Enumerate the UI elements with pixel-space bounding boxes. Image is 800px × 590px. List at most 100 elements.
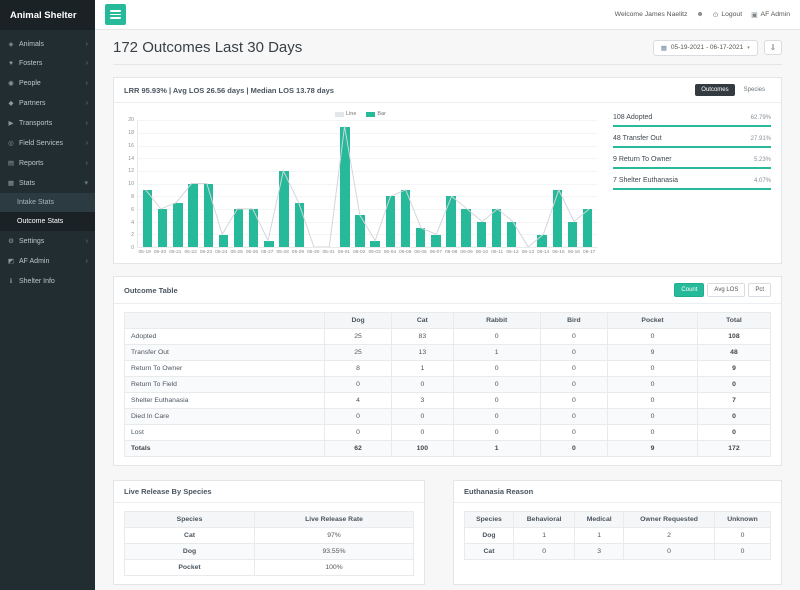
bar-slot <box>186 120 201 247</box>
tab-pct[interactable]: Pct <box>748 283 771 297</box>
sidebar-item-people[interactable]: ◉People› <box>0 73 95 93</box>
bar-05-28 <box>279 171 288 247</box>
sidebar-item-transports[interactable]: ▶Transports› <box>0 113 95 133</box>
outcome-summary-list: 108 Adopted62.79%48 Transfer Out27.91%9 … <box>613 111 771 255</box>
x-tick-label: 06-17 <box>582 250 597 255</box>
sidebar-item-label: Settings <box>19 238 44 245</box>
row-label: Totals <box>125 441 325 457</box>
tab-count[interactable]: Count <box>674 283 704 297</box>
brand[interactable]: Animal Shelter <box>0 0 95 30</box>
x-tick-label: 05-28 <box>275 250 290 255</box>
x-tick-label: 05-20 <box>152 250 167 255</box>
table-body: Dog1120Cat0300 <box>465 528 771 560</box>
chevron-right-icon: › <box>86 100 88 107</box>
af-admin-link[interactable]: ▣AF Admin <box>751 11 790 19</box>
table-row: Totals62100109172 <box>125 441 771 457</box>
sidebar-item-shelter-info[interactable]: ℹShelter Info <box>0 271 95 291</box>
chevron-right-icon: › <box>86 160 88 167</box>
toggle-species[interactable]: Species <box>738 84 771 96</box>
download-button[interactable]: ⇩ <box>764 40 782 55</box>
bar-slot <box>504 120 519 247</box>
sidebar-item-outcome-stats[interactable]: Outcome Stats <box>0 212 95 231</box>
logout-label: Logout <box>721 11 742 18</box>
cell: 0 <box>608 329 698 345</box>
bar-chart-icon: ▦ <box>7 179 15 187</box>
cell: 0 <box>608 409 698 425</box>
x-tick-label: 06-07 <box>428 250 443 255</box>
bar-05-25 <box>234 209 243 247</box>
x-tick-label: 06-08 <box>444 250 459 255</box>
outcome-table-tabs: Count Avg LOS Pct <box>674 283 771 297</box>
column-header: Bird <box>540 313 608 329</box>
euthanasia-body: SpeciesBehavioralMedicalOwner RequestedU… <box>454 503 781 568</box>
bar-05-21 <box>173 203 182 247</box>
bar-slot <box>550 120 565 247</box>
legend-bar-item: Bar <box>366 111 386 117</box>
chevron-right-icon: › <box>86 80 88 87</box>
live-release-header: Live Release By Species <box>114 481 424 503</box>
sidebar-menu: ◈Animals›♥Fosters›◉People›◆Partners›▶Tra… <box>0 30 95 291</box>
column-header: Dog <box>325 313 392 329</box>
table-row: Shelter Euthanasia430007 <box>125 393 771 409</box>
y-tick-label: 10 <box>128 181 134 187</box>
sidebar-item-label: Reports <box>19 160 44 167</box>
cell: 83 <box>391 329 453 345</box>
calendar-icon: ▦ <box>661 44 667 52</box>
sidebar-item-fosters[interactable]: ♥Fosters› <box>0 54 95 73</box>
column-header: Species <box>125 512 255 528</box>
download-icon: ⇩ <box>770 43 776 52</box>
cell: 100 <box>391 441 453 457</box>
bar-slot <box>489 120 504 247</box>
sidebar: Animal Shelter ◈Animals›♥Fosters›◉People… <box>0 0 95 590</box>
table-body: Cat97%Dog93.55%Pocket100% <box>125 528 414 576</box>
sidebar-item-reports[interactable]: ▤Reports› <box>0 153 95 173</box>
cell: 0 <box>513 544 574 560</box>
cell: 0 <box>325 377 392 393</box>
y-tick-label: 14 <box>128 156 134 162</box>
sidebar-item-field-services[interactable]: ◎Field Services› <box>0 133 95 153</box>
sidebar-item-af-admin[interactable]: ◩AF Admin› <box>0 251 95 271</box>
page-title: 172 Outcomes Last 30 Days <box>113 39 302 56</box>
column-header: Live Release Rate <box>255 512 414 528</box>
cell: Pocket <box>125 560 255 576</box>
bar-slot <box>201 120 216 247</box>
cell: 0 <box>325 425 392 441</box>
info-icon: ℹ <box>7 277 15 285</box>
bar-06-17 <box>583 209 592 247</box>
bar-slot <box>474 120 489 247</box>
bar-slot <box>443 120 458 247</box>
summary-label: 9 Return To Owner <box>613 156 672 163</box>
row-label: Adopted <box>125 329 325 345</box>
bar-06-04 <box>386 196 395 247</box>
welcome-text: Welcome James Naelitz <box>615 11 688 18</box>
cell: 1 <box>453 345 540 361</box>
user-icon[interactable]: ☻ <box>696 11 703 18</box>
bar-06-07 <box>431 235 440 248</box>
bar-06-03 <box>370 241 379 247</box>
sidebar-item-animals[interactable]: ◈Animals› <box>0 34 95 54</box>
sidebar-item-label: Outcome Stats <box>17 218 63 225</box>
truck-icon: ▶ <box>7 119 15 127</box>
logout-link[interactable]: ⊙Logout <box>713 11 743 19</box>
sidebar-item-stats[interactable]: ▦Stats▾ <box>0 173 95 193</box>
sidebar-item-settings[interactable]: ⚙Settings› <box>0 231 95 251</box>
x-tick-label: 05-31 <box>321 250 336 255</box>
table-row: Cat97% <box>125 528 414 544</box>
cell: 0 <box>697 409 770 425</box>
bars <box>138 120 597 247</box>
date-range-value: 05-19-2021 - 06-17-2021 <box>671 44 743 51</box>
date-range-picker[interactable]: ▦ 05-19-2021 - 06-17-2021 ▾ <box>653 40 758 56</box>
cell: 0 <box>540 409 608 425</box>
bar-05-23 <box>204 184 213 248</box>
sidebar-item-partners[interactable]: ◆Partners› <box>0 93 95 113</box>
cell: 0 <box>608 361 698 377</box>
bar-05-27 <box>264 241 273 247</box>
sidebar-toggle-button[interactable] <box>105 4 126 25</box>
toggle-outcomes[interactable]: Outcomes <box>695 84 734 96</box>
app-root: Animal Shelter ◈Animals›♥Fosters›◉People… <box>0 0 800 590</box>
paw-icon: ◈ <box>7 40 15 48</box>
sidebar-item-intake-stats[interactable]: Intake Stats <box>0 193 95 212</box>
column-header: Cat <box>391 313 453 329</box>
cell: 9 <box>608 441 698 457</box>
tab-avg-los[interactable]: Avg LOS <box>707 283 745 297</box>
